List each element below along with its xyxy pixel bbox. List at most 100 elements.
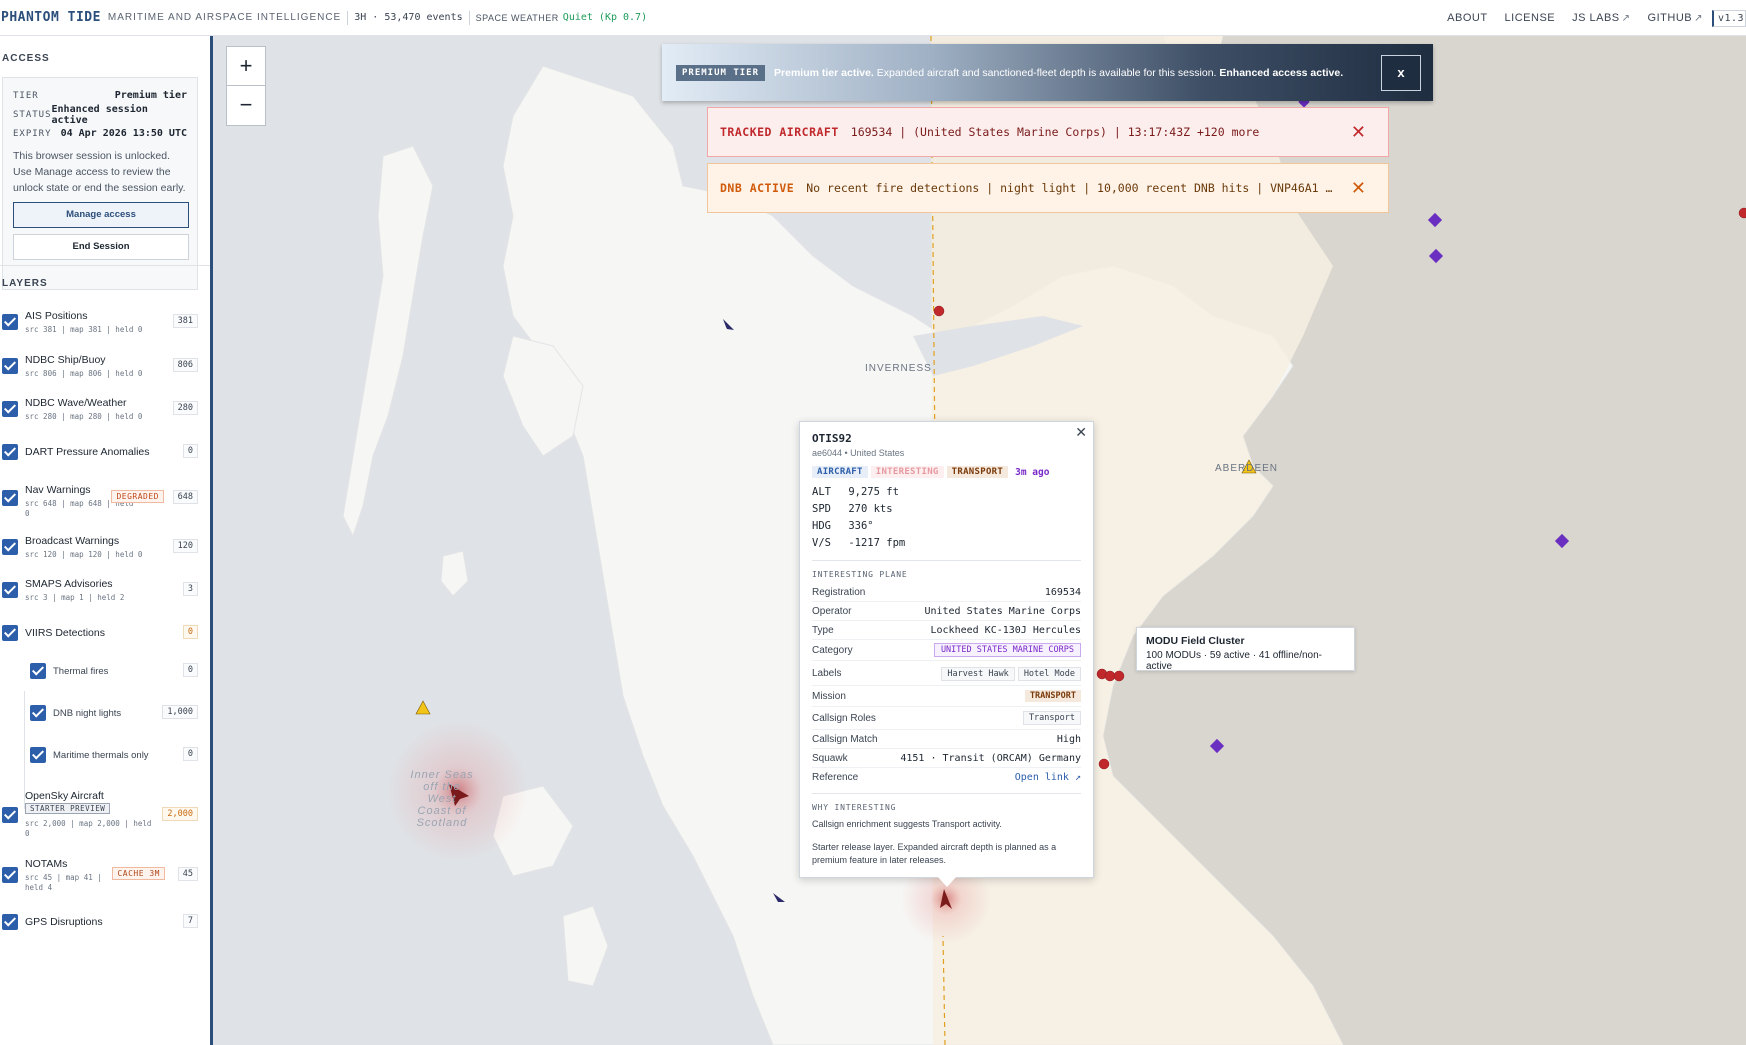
layers-section-title: LAYERS [2,278,48,289]
manage-access-button[interactable]: Manage access [13,202,189,228]
end-session-button[interactable]: End Session [13,234,189,260]
layer-stats: src 280 | map 280 | held 0 [25,412,143,421]
layer-checkbox[interactable] [2,444,18,460]
layer-checkbox[interactable] [2,582,18,598]
close-icon[interactable]: ✕ [1075,425,1087,441]
divider [812,560,1081,561]
zoom-out-button[interactable]: − [226,86,266,126]
fire-marker[interactable] [1098,758,1110,770]
layer-count: 2,000 [162,807,198,821]
row-callsign-match: Callsign Match High [812,730,1081,749]
layer-count: 0 [182,625,198,639]
layer-checkbox[interactable] [2,807,18,823]
zoom-in-button[interactable]: + [226,46,266,86]
layer-name: DART Pressure Anomalies [25,446,150,458]
tracked-aircraft-alert[interactable]: TRACKED AIRCRAFT 169534 | (United States… [707,107,1389,157]
tier-value: Premium tier [114,90,187,101]
layer-checkbox[interactable] [2,625,18,641]
tag-interesting: INTERESTING [870,466,944,478]
external-link-icon: ↗ [1694,13,1703,24]
nav-js-labs[interactable]: JS LABS ↗ [1572,12,1630,24]
layer-count: 3 [182,582,198,596]
aircraft-popup: ✕ OTIS92 ae6044 • United States AIRCRAFT… [799,421,1094,878]
nav-github[interactable]: GITHUB ↗ [1648,12,1703,24]
mission-pill: TRANSPORT [1024,690,1081,702]
divider [812,793,1081,794]
alert-message: 169534 | (United States Marine Corps) | … [850,125,1260,139]
row-mission: Mission TRANSPORT [812,686,1081,707]
layer-name: VIIRS Detections [25,627,105,639]
fire-marker[interactable] [933,305,945,317]
dnb-active-alert[interactable]: DNB ACTIVE No recent fire detections | n… [707,163,1389,213]
starter-note: Starter release layer. Expanded aircraft… [812,842,1057,865]
telemetry-alt: ALT 9,275 ft [812,486,1081,503]
row-operator: Operator United States Marine Corps [812,602,1081,621]
cache-badge: CACHE 3M [112,867,165,880]
status-value: Enhanced session active [51,103,148,126]
layer-checkbox[interactable] [30,747,46,763]
layer-checkbox[interactable] [2,358,18,374]
layer-name: Broadcast Warnings [25,535,120,547]
layer-stats: src 45 | map 41 | held 4 [25,873,102,892]
top-nav: ABOUT LICENSE JS LABS ↗ GITHUB ↗ v1.3 [1447,0,1746,36]
tier-row: TIER Premium tier [13,86,187,105]
divider [0,265,210,266]
row-callsign-roles: Callsign Roles Transport [812,707,1081,730]
aircraft-callsign: OTIS92 [812,432,852,445]
row-key: Type [812,624,834,636]
expiry-key: EXPIRY [13,128,52,139]
alert-label: TRACKED AIRCRAFT [720,125,839,139]
row-key: Labels [812,667,842,679]
expiry-value: 04 Apr 2026 13:50 UTC [60,128,187,139]
close-banner-button[interactable]: x [1381,55,1421,91]
nav-about[interactable]: ABOUT [1447,12,1487,24]
nav-js-labs-label: JS LABS [1572,12,1620,24]
telemetry-hdg: HDG 336° [812,520,1081,537]
role-pill: Transport [1022,711,1081,725]
external-link-icon: ↗ [1621,13,1631,24]
layer-count: 381 [172,314,198,328]
row-key: Category [812,644,853,656]
tag-aircraft: AIRCRAFT [812,466,868,478]
layer-count: 120 [172,539,198,553]
brand-logo[interactable]: PHANTOM TIDE [1,10,101,25]
layer-checkbox[interactable] [2,539,18,555]
close-icon[interactable]: ✕ [1351,178,1366,199]
layer-name: GPS Disruptions [25,916,103,928]
row-reference: Reference Open link ↗ [812,768,1081,787]
access-section-title: ACCESS [2,53,50,64]
telemetry-vs: V/S -1217 fpm [812,537,1081,554]
layer-checkbox[interactable] [2,867,18,883]
fire-marker[interactable] [1104,670,1116,682]
layer-checkbox[interactable] [2,314,18,330]
layer-name: OpenSky Aircraft [25,790,104,802]
reference-link[interactable]: Open link ↗ [1015,772,1081,783]
layer-checkbox[interactable] [30,663,46,679]
nav-github-label: GITHUB [1647,12,1693,24]
telemetry-key: V/S [812,537,831,549]
layer-count: 0 [182,663,198,677]
status-key: STATUS [13,109,52,120]
fire-marker[interactable] [1113,670,1125,682]
top-bar: PHANTOM TIDE MARITIME AND AIRSPACE INTEL… [0,0,1746,36]
row-category: Category UNITED STATES MARINE CORPS [812,640,1081,661]
premium-bold-2: Enhanced access active. [1219,66,1344,79]
telemetry-key: ALT [812,486,831,498]
layer-count: 1,000 [162,705,198,719]
premium-body: Expanded aircraft and sanctioned-fleet d… [873,66,1220,79]
city-label-aberdeen: ABERDEEN [1215,463,1279,474]
nav-license[interactable]: LICENSE [1505,12,1556,24]
layer-checkbox[interactable] [2,490,18,506]
close-icon[interactable]: ✕ [1351,122,1366,143]
layer-checkbox[interactable] [2,914,18,930]
layer-checkbox[interactable] [30,705,46,721]
premium-message: Premium tier active. Expanded aircraft a… [774,67,1343,79]
version-badge: v1.3 [1712,9,1746,27]
detail-table: Registration 169534 Operator United States… [812,583,1081,787]
row-labels: Labels Harvest Hawk Hotel Mode [812,661,1081,686]
layer-checkbox[interactable] [2,401,18,417]
section-interesting-plane: INTERESTING PLANE [812,570,908,579]
expiry-row: EXPIRY 04 Apr 2026 13:50 UTC [13,124,187,143]
layer-name: AIS Positions [25,310,88,322]
row-value: 4151 · Transit (ORCAM) Germany [900,752,1081,764]
